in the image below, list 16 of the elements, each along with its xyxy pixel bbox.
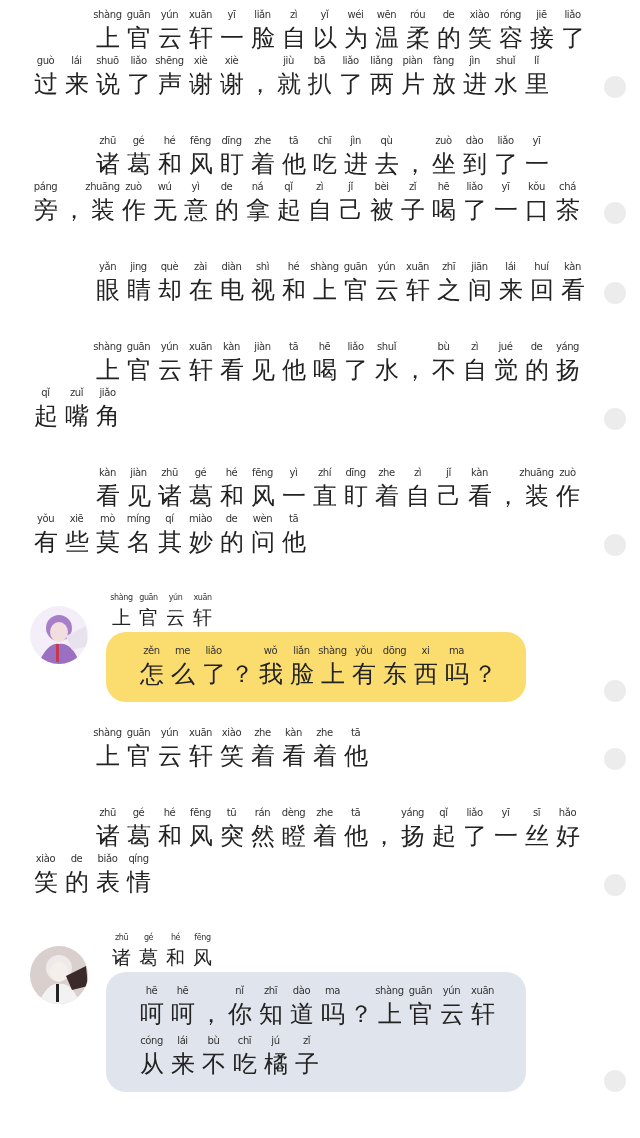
- story-text: guò 过 lái 来 shuō 说 liǎo 了 shēng 声 xiè 谢 xiè 谢 ， jiù 就 bā 扒 liǎo 了 liǎng 两 piàn 片 fàng 放 jìn 进 shuǐ 水 lǐ 里: [32, 54, 550, 100]
- story-text: páng 旁 ， zhuāng 装 zuò 作 wú 无 yì 意 de 的 ná 拿 qǐ 起 zì 自 jǐ 己 bèi 被 zǐ 子 hē 喝 liǎo 了 yī 一 kǒu 口 chá 茶: [32, 180, 581, 226]
- speaker-name: shàng 上 guān 官 yún 云 xuān 轩: [109, 592, 213, 630]
- story-text: yǎn 眼 jing 睛 què 却 zài 在 diàn 电 shì 视 hé 和 shàng 上 guān 官 yún 云 xuān 轩 zhī 之 jiān 间 lái 来 huí 回 kàn 看: [94, 260, 586, 306]
- story-text: xiào 笑 de 的 biǎo 表 qíng 情: [32, 852, 152, 898]
- message-bubble: zěn 怎 me 么 liǎo 了 ？ wǒ 我 liǎn 脸 shàng 上 yǒu 有 dōng 东 xi 西 ma 吗 ？: [106, 632, 526, 702]
- message-bubble: hē 呵 hē 呵 ， nǐ 你 zhī 知 dào 道 ma 吗 ？ shàng 上 guān 官 yún 云 xuān 轩 cóng 从 lái 来 bù 不 chī 吃 jú 橘 zǐ 子: [106, 972, 526, 1092]
- story-text: shàng 上 guān 官 yún 云 xuān 轩 xiào 笑 zhe 着 kàn 看 zhe 着 tā 他: [92, 726, 369, 772]
- story-text: yǒu 有 xiē 些 mò 莫 míng 名 qí 其 miào 妙 de 的 wèn 问 tā 他: [32, 512, 307, 558]
- story-text: kàn 看 jiàn 见 zhū 诸 gé 葛 hé 和 fēng 风 yì 一 zhí 直 dīng 盯 zhe 着 zì 自 jǐ 己 kàn 看 ， zhuāng 装 zuò 作: [94, 466, 581, 512]
- speaker-name: zhū 诸 gé 葛 hé 和 fēng 风: [111, 932, 213, 970]
- story-text: shàng 上 guān 官 yún 云 xuān 轩 yī 一 liǎn 脸 zì 自 yǐ 以 wéi 为 wēn 温 róu 柔 de 的 xiào 笑 róng 容 jiē 接 liǎo 了: [92, 8, 586, 54]
- story-text: zhū 诸 gé 葛 hé 和 fēng 风 dīng 盯 zhe 着 tā 他 chī 吃 jìn 进 qù 去 ， zuò 坐 dào 到 liǎo 了 yī 一: [94, 134, 550, 180]
- story-text: shàng 上 guān 官 yún 云 xuān 轩 kàn 看 jiàn 见 tā 他 hē 喝 liǎo 了 shuǐ 水 ， bù 不 zì 自 jué 觉 de 的 yáng 扬: [92, 340, 581, 386]
- story-text: zhū 诸 gé 葛 hé 和 fēng 风 tū 突 rán 然 dèng 瞪 zhe 着 tā 他 ， yáng 扬 qǐ 起 liǎo 了 yī 一 sī 丝 hǎo 好: [94, 806, 581, 852]
- story-text: qǐ 起 zuǐ 嘴 jiǎo 角: [32, 386, 121, 432]
